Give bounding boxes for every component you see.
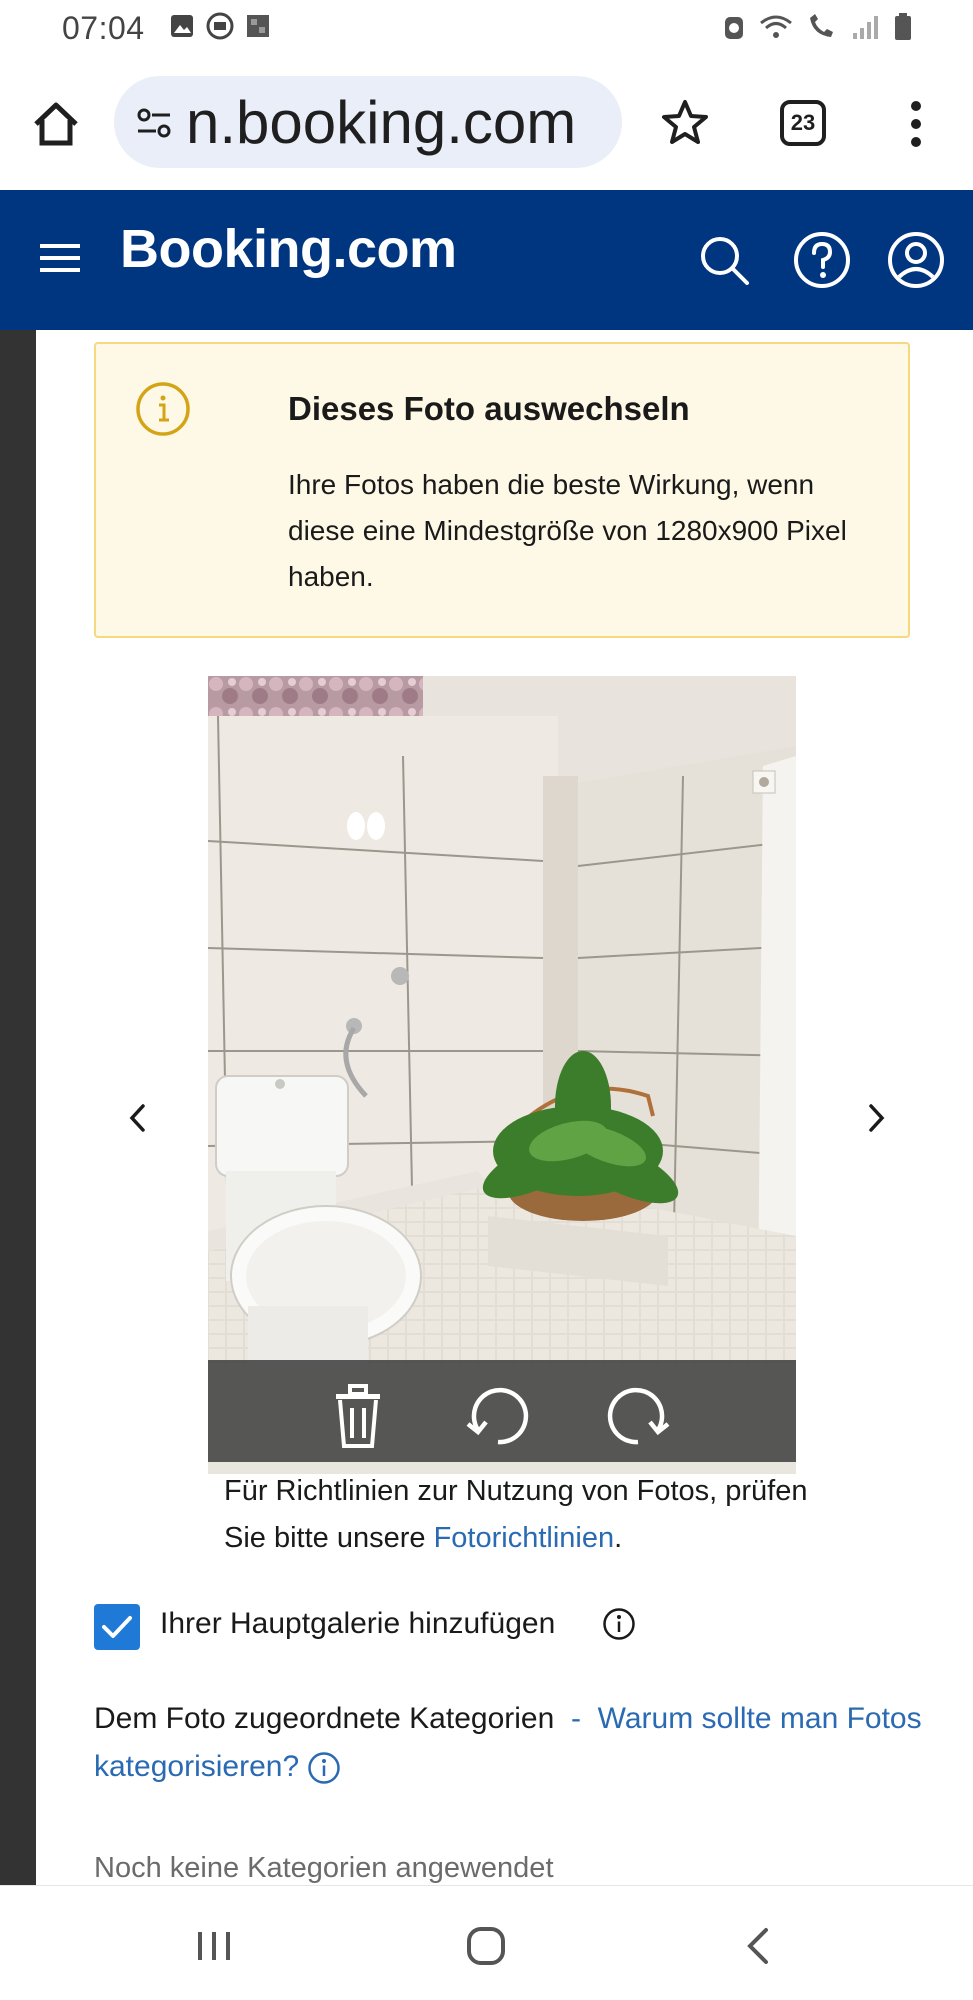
chevron-right-icon[interactable] xyxy=(862,1098,892,1138)
system-nav-bar xyxy=(0,1885,973,2000)
checkmark-icon xyxy=(102,1616,132,1638)
help-icon[interactable] xyxy=(792,230,852,290)
account-icon[interactable] xyxy=(886,230,946,290)
no-categories-text: Noch keine Kategorien angewendet xyxy=(94,1852,554,1884)
battery-icon xyxy=(895,13,911,40)
site-header: Booking.com xyxy=(0,190,973,330)
signal-icon xyxy=(853,16,878,39)
categories-separator: - xyxy=(570,1702,581,1735)
booking-logo[interactable]: Booking.com xyxy=(120,218,457,280)
browser-toolbar: n.booking.com 23 xyxy=(0,56,973,190)
rotate-left-icon[interactable] xyxy=(462,1380,534,1452)
alert-title: Dieses Foto auswechseln xyxy=(288,390,690,427)
alarm-icon xyxy=(725,17,743,39)
image-icon xyxy=(171,15,193,37)
wifi-icon xyxy=(760,15,792,38)
photo-preview[interactable] xyxy=(208,676,796,1474)
more-options-icon[interactable] xyxy=(900,96,932,152)
status-bar: 07:04 xyxy=(0,0,973,56)
rotate-right-icon[interactable] xyxy=(602,1380,674,1452)
call-icon xyxy=(810,14,833,37)
photo-size-warning: Dieses Foto auswechseln Ihre Fotos haben… xyxy=(94,342,910,638)
mail-icon xyxy=(206,12,234,40)
bookmark-star-icon[interactable] xyxy=(660,98,710,148)
notification-icons xyxy=(168,12,272,40)
chevron-left-icon[interactable] xyxy=(122,1098,152,1138)
photo-guidelines-text: Für Richtlinien zur Nutzung von Fotos, p… xyxy=(224,1468,844,1562)
categorize-info-icon[interactable] xyxy=(307,1751,341,1785)
tab-switcher-button[interactable]: 23 xyxy=(780,100,826,146)
main-gallery-label[interactable]: Ihrer Hauptgalerie hinzufügen xyxy=(160,1607,555,1641)
categories-label: Dem Foto zugeordnete Kategorien xyxy=(94,1702,555,1735)
home-icon[interactable] xyxy=(30,98,82,150)
recent-apps-icon[interactable] xyxy=(190,1922,238,1970)
search-icon[interactable] xyxy=(694,230,754,290)
photo-toolbar xyxy=(208,1360,796,1462)
main-gallery-checkbox[interactable] xyxy=(94,1604,140,1650)
system-icons xyxy=(721,12,913,42)
url-text: n.booking.com xyxy=(186,89,577,156)
trash-icon[interactable] xyxy=(322,1380,394,1452)
info-icon xyxy=(136,382,190,436)
clock: 07:04 xyxy=(62,10,145,46)
back-icon[interactable] xyxy=(736,1922,784,1970)
hamburger-menu-icon[interactable] xyxy=(38,238,82,278)
side-strip xyxy=(0,330,36,1885)
site-settings-icon[interactable] xyxy=(134,102,176,144)
address-bar[interactable]: n.booking.com xyxy=(114,76,622,168)
home-nav-icon[interactable] xyxy=(462,1922,510,1970)
cast-icon xyxy=(247,15,269,37)
categories-section: Dem Foto zugeordnete Kategorien - Warum … xyxy=(94,1695,944,1791)
gallery-info-icon[interactable] xyxy=(602,1607,636,1641)
alert-body: Ihre Fotos haben die beste Wirkung, wenn… xyxy=(288,469,847,592)
guidelines-period: . xyxy=(614,1522,623,1554)
bathroom-photo xyxy=(208,676,796,1366)
photo-editor-panel: Dieses Foto auswechseln Ihre Fotos haben… xyxy=(36,330,973,1885)
photo-guidelines-link[interactable]: Fotorichtlinien xyxy=(434,1522,615,1554)
